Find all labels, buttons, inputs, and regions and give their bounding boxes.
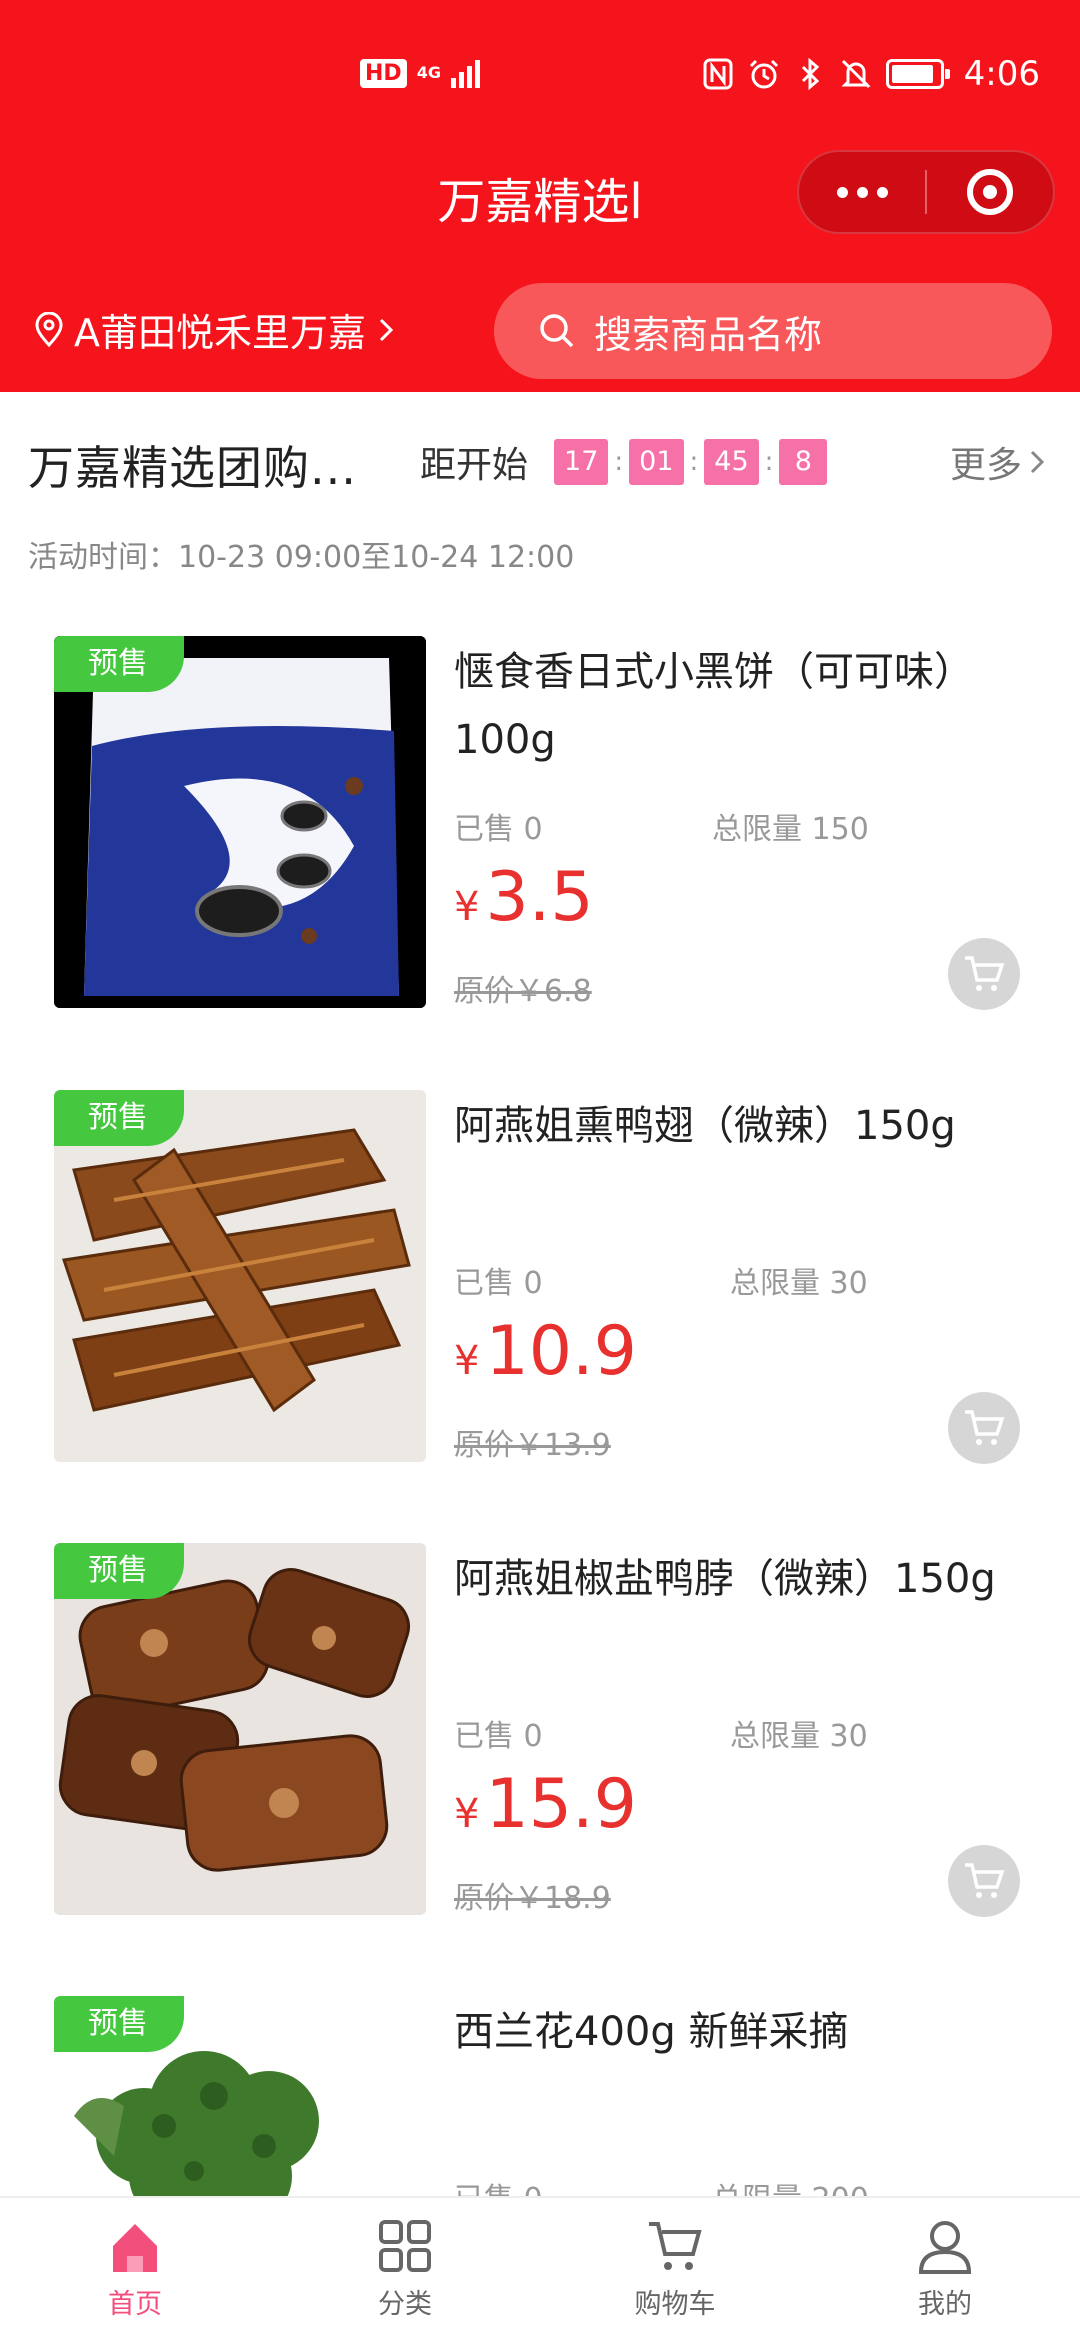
- miniprogram-capsule: [797, 150, 1055, 234]
- bottom-tab-bar: 首页 分类 购物车 我的: [0, 2196, 1080, 2340]
- search-placeholder: 搜索商品名称: [594, 312, 823, 357]
- original-price: 原价￥6.8: [454, 974, 592, 1009]
- price-value: 10.9: [485, 1312, 637, 1391]
- home-icon: [113, 2224, 157, 2272]
- product-card[interactable]: 预售 西兰花400g 新鲜采摘 已售 0 总限量 200: [0, 1996, 1080, 2196]
- product-image[interactable]: 预售: [54, 1090, 426, 1462]
- product-image[interactable]: 预售: [54, 1543, 426, 1915]
- original-price: 原价￥13.9: [454, 1428, 611, 1463]
- presale-badge: 预售: [54, 1996, 184, 2052]
- price: ¥3.5: [454, 858, 594, 937]
- tab-category[interactable]: 分类: [270, 2198, 540, 2340]
- product-card[interactable]: 预售 阿燕姐熏鸭翅（微辣）150g 已售 0 总限量 30 ¥10.9 原价￥1…: [0, 1090, 1080, 1530]
- total-limit: 总限量 30: [730, 1266, 868, 1301]
- sold-count: 已售 0: [454, 2174, 543, 2196]
- group-buy-header: 万嘉精选团购... 距开始 17 : 01 : 45 : 8 更多: [0, 392, 1080, 522]
- currency-symbol: ¥: [454, 884, 480, 930]
- bluetooth-icon: [794, 58, 826, 90]
- hd-badge: HD: [360, 58, 407, 88]
- tab-label: 我的: [918, 2289, 972, 2320]
- battery-icon: [885, 59, 950, 89]
- countdown-hours: 17: [554, 439, 609, 485]
- target-icon: [966, 169, 1013, 215]
- presale-badge: 预售: [54, 1543, 184, 1599]
- presale-badge: 预售: [54, 1090, 184, 1146]
- product-name: 阿燕姐椒盐鸭脖（微辣）150g: [454, 1556, 996, 1602]
- store-selector[interactable]: A莆田悦禾里万嘉: [34, 302, 396, 357]
- tab-label: 分类: [378, 2289, 432, 2320]
- price: ¥10.9: [454, 1312, 637, 1391]
- network-type: 4G: [416, 63, 441, 82]
- currency-symbol: ¥: [454, 1338, 480, 1384]
- product-card[interactable]: 预售 惬食香日式小黑饼（可可味）100g 已售 0 总限量 150 ¥3.5 原…: [0, 636, 1080, 1076]
- more-link[interactable]: 更多: [950, 436, 1046, 488]
- product-image[interactable]: 预售: [54, 636, 426, 1008]
- price-value: 15.9: [485, 1765, 637, 1844]
- store-name: A莆田悦禾里万嘉: [74, 311, 366, 355]
- original-price: 原价￥18.9: [454, 1881, 611, 1916]
- status-bar: HD 4G 4:06: [0, 50, 1080, 110]
- add-to-cart-button[interactable]: [948, 1845, 1020, 1917]
- activity-time: 活动时间：10-23 09:00至10-24 12:00: [28, 540, 575, 575]
- product-name: 阿燕姐熏鸭翅（微辣）150g: [454, 1103, 956, 1149]
- more-label: 更多: [949, 445, 1022, 486]
- title-bar: 万嘉精选l: [0, 150, 1080, 240]
- search-icon: [540, 314, 574, 348]
- network-indicators: HD 4G: [360, 58, 480, 88]
- user-icon: [918, 2221, 972, 2274]
- total-limit: 总限量 200: [712, 2174, 869, 2196]
- tab-label: 购物车: [634, 2289, 716, 2320]
- countdown-minutes: 01: [629, 439, 684, 485]
- cart-icon: [965, 1410, 1005, 1445]
- sold-count: 已售 0: [454, 1719, 543, 1754]
- add-to-cart-button[interactable]: [948, 938, 1020, 1010]
- chevron-right-icon: [379, 318, 394, 341]
- tab-label: 首页: [108, 2289, 162, 2320]
- search-input[interactable]: 搜索商品名称: [494, 283, 1052, 379]
- currency-symbol: ¥: [454, 1791, 480, 1837]
- countdown-label: 距开始: [420, 445, 529, 486]
- countdown-timer: 距开始 17 : 01 : 45 : 8: [420, 436, 828, 488]
- total-limit: 总限量 30: [730, 1719, 868, 1754]
- tab-home[interactable]: 首页: [0, 2198, 270, 2340]
- close-miniprogram-button[interactable]: [927, 169, 1053, 215]
- product-image[interactable]: 预售: [54, 1996, 426, 2196]
- grid-icon: [379, 2220, 431, 2272]
- add-to-cart-button[interactable]: [948, 1392, 1020, 1464]
- product-card[interactable]: 预售 阿燕姐椒盐鸭脖（微辣）150g 已售 0 总限量 30 ¥15.9 原价￥…: [0, 1543, 1080, 1983]
- total-limit: 总限量 150: [712, 812, 869, 847]
- alarm-icon: [748, 58, 780, 90]
- tab-cart[interactable]: 购物车: [540, 2198, 810, 2340]
- more-options-button[interactable]: [799, 186, 925, 198]
- presale-badge: 预售: [54, 636, 184, 692]
- price-value: 3.5: [485, 858, 594, 937]
- sold-count: 已售 0: [454, 1266, 543, 1301]
- header-bar: HD 4G 4:06 万嘉精选l A莆田悦禾里万嘉 搜索商品名称: [0, 0, 1080, 392]
- price: ¥15.9: [454, 1765, 637, 1844]
- product-name: 惬食香日式小黑饼（可可味）100g: [454, 649, 974, 763]
- nfc-icon: [702, 58, 734, 90]
- cart-icon: [965, 1863, 1005, 1898]
- product-name: 西兰花400g 新鲜采摘: [454, 2009, 849, 2055]
- mute-icon: [840, 58, 872, 90]
- location-pin-icon: [35, 311, 63, 347]
- group-buy-title: 万嘉精选团购...: [28, 441, 357, 495]
- cart-icon: [965, 956, 1005, 991]
- countdown-tenths: 8: [779, 439, 828, 485]
- sold-count: 已售 0: [454, 812, 543, 847]
- cart-icon: [649, 2222, 702, 2270]
- signal-icon: [450, 58, 480, 88]
- countdown-seconds: 45: [704, 439, 759, 485]
- chevron-right-icon: [1030, 450, 1045, 474]
- system-indicators: 4:06: [702, 54, 1040, 94]
- status-time: 4:06: [963, 54, 1040, 94]
- tab-profile[interactable]: 我的: [810, 2198, 1080, 2340]
